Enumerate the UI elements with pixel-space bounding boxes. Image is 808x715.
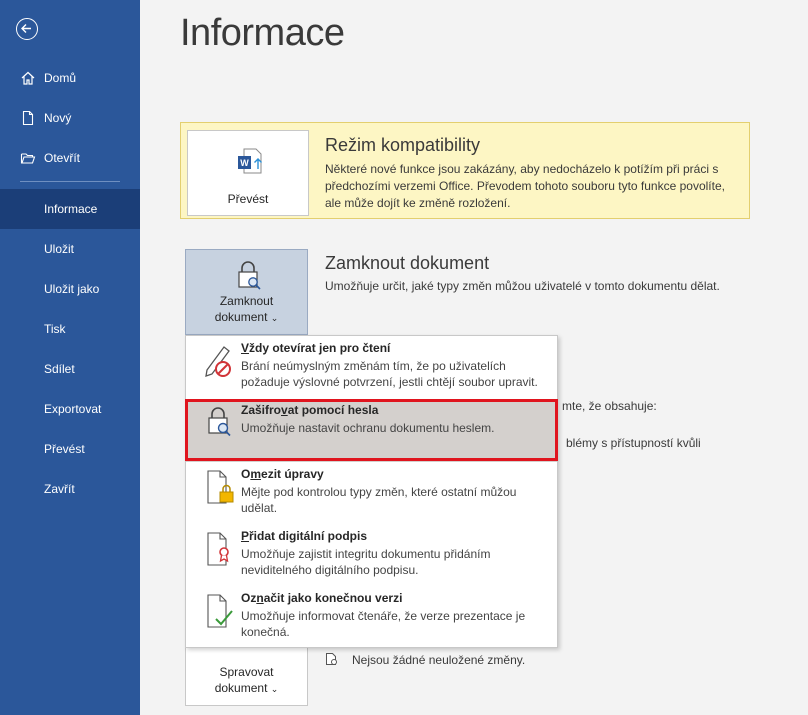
compatibility-mode-panel: W Převést Režim kompatibility Některé no… (180, 122, 750, 219)
protect-button-line2-wrap: dokument ⌄ (186, 310, 307, 324)
sidebar-item-label: Domů (44, 71, 77, 85)
menu-item-title: Přidat digitální podpis (241, 529, 368, 543)
manage-button-line1: Spravovat (219, 665, 274, 679)
sidebar-item-print[interactable]: Tisk (0, 309, 140, 349)
protect-title: Zamknout dokument (325, 253, 490, 273)
sidebar-item-label: Převést (44, 442, 85, 456)
menu-item-description: Umožňuje informovat čtenáře, že verze pr… (241, 609, 526, 639)
back-button[interactable] (16, 18, 38, 40)
manage-document-button[interactable]: Spravovat dokument ⌄ (185, 640, 308, 706)
new-document-icon (22, 110, 34, 126)
page-title: Informace (180, 12, 345, 54)
menu-item-add-digital-signature[interactable]: Přidat digitální podpis Umožňuje zajisti… (186, 526, 557, 586)
sidebar-item-label: Sdílet (44, 362, 75, 376)
convert-button[interactable]: W Převést (187, 130, 309, 216)
sidebar-item-new[interactable]: Nový (0, 98, 140, 138)
manage-button-line2-wrap: dokument ⌄ (186, 681, 307, 695)
mark-final-icon (207, 594, 233, 628)
restrict-editing-icon (207, 470, 234, 504)
sidebar-item-save-as[interactable]: Uložit jako (0, 269, 140, 309)
highlight-annotation-box (185, 399, 558, 461)
folder-icon (20, 153, 36, 164)
digital-signature-icon (207, 532, 229, 566)
sidebar-item-label: Tisk (44, 322, 66, 336)
menu-item-description: Mějte pod kontrolou typy změn, které ost… (241, 485, 517, 515)
compat-description: Některé nové funkce jsou zakázány, aby n… (325, 162, 725, 210)
manage-button-line2: dokument (214, 681, 268, 695)
sidebar-item-info[interactable]: Informace (0, 189, 140, 229)
sidebar-divider (20, 181, 120, 182)
sidebar-item-label: Uložit (44, 242, 75, 256)
sidebar-item-convert[interactable]: Převést (0, 429, 140, 469)
convert-button-label: Převést (227, 192, 269, 206)
protect-description: Umožňuje určit, jaké typy změn můžou uži… (325, 279, 720, 293)
sidebar-item-label: Uložit jako (44, 282, 100, 296)
chevron-down-icon: ⌄ (270, 684, 279, 694)
unsaved-changes-text: Nejsou žádné neuložené změny. (352, 653, 526, 667)
sidebar-item-label: Zavřít (44, 482, 75, 496)
protect-button-line1: Zamknout (219, 294, 274, 308)
read-only-pencil-icon (205, 346, 231, 377)
menu-item-title: Vždy otevírat jen pro čtení (241, 341, 391, 355)
menu-item-mark-as-final[interactable]: Označit jako konečnou verzi Umožňuje inf… (186, 588, 557, 646)
protect-button-line2: dokument (214, 310, 268, 324)
back-arrow-icon (21, 24, 31, 33)
compat-title: Režim kompatibility (325, 135, 481, 155)
menu-item-description: Umožňuje zajistit integritu dokumentu př… (241, 547, 491, 577)
chevron-down-icon: ⌄ (270, 313, 279, 323)
inspect-partial-text: mte, že obsahuje: (562, 399, 657, 413)
sidebar-item-label: Exportovat (44, 402, 102, 416)
menu-item-title: Omezit úpravy (241, 467, 324, 481)
lock-key-icon (238, 261, 261, 290)
sidebar-item-save[interactable]: Uložit (0, 229, 140, 269)
sidebar-item-close[interactable]: Zavřít (0, 469, 140, 509)
backstage-sidebar: Domů Nový Otevřít Informace Uložit Uloži… (0, 0, 140, 715)
menu-item-restrict-editing[interactable]: Omezit úpravy Mějte pod kontrolou typy z… (186, 464, 557, 524)
protect-document-button[interactable]: Zamknout dokument ⌄ (185, 249, 308, 335)
sidebar-item-label: Informace (44, 202, 98, 216)
accessibility-partial-text: blémy s přístupností kvůli (566, 436, 701, 450)
menu-item-description: Brání neúmyslným změnám tím, že po uživa… (241, 359, 538, 389)
home-icon (21, 71, 35, 85)
document-status-icon (326, 653, 337, 665)
svg-text:W: W (240, 158, 249, 168)
protect-document-menu: Vždy otevírat jen pro čtení Brání neúmys… (185, 335, 558, 648)
sidebar-item-label: Nový (44, 111, 72, 125)
sidebar-item-export[interactable]: Exportovat (0, 389, 140, 429)
menu-item-title: Označit jako konečnou verzi (241, 591, 403, 605)
sidebar-item-label: Otevřít (44, 151, 81, 165)
sidebar-item-share[interactable]: Sdílet (0, 349, 140, 389)
sidebar-item-home[interactable]: Domů (0, 58, 140, 98)
sidebar-item-open[interactable]: Otevřít (0, 138, 140, 178)
word-convert-icon: W (238, 148, 262, 174)
menu-item-always-open-read-only[interactable]: Vždy otevírat jen pro čtení Brání neúmys… (186, 338, 557, 398)
